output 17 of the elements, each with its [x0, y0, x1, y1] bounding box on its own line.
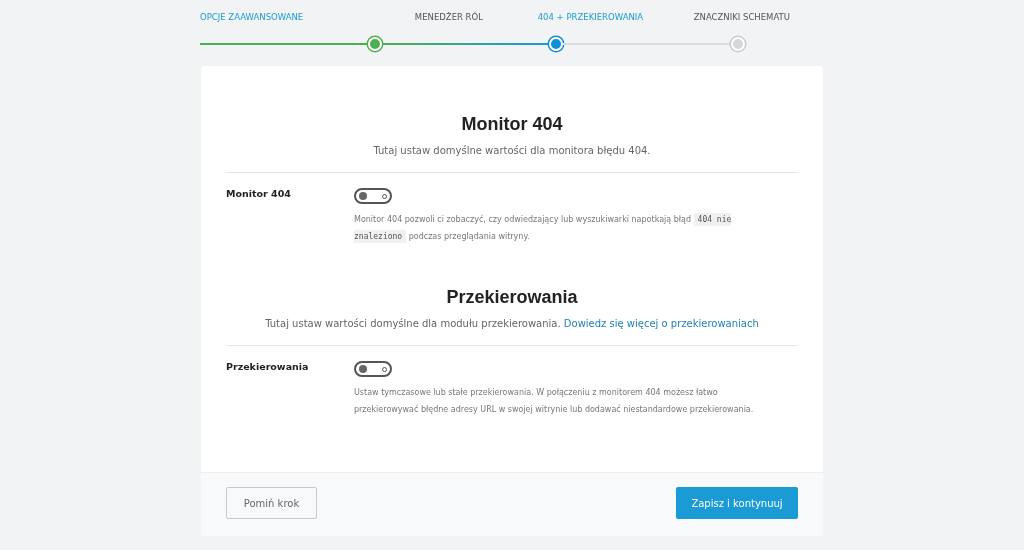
- step-label: MENEDŻER RÓL: [413, 12, 484, 24]
- setting-label: Monitor 404: [226, 188, 292, 201]
- setting-description: Ustaw tymczasowe lub stałe przekierowania. W połączeniu z monitorem 404 możesz łatwo przekierowywać błędne adresy URL w swojej witrynie lub dodawać niestandardowe przekierowania.: [354, 387, 755, 416]
- toggle-switch[interactable]: [354, 361, 392, 377]
- skip-button[interactable]: Pomiń krok: [226, 487, 317, 519]
- section-title: Przekierowania: [446, 287, 578, 308]
- section-title: Monitor 404: [461, 114, 563, 135]
- toggle-switch[interactable]: [354, 188, 392, 204]
- setting-label: Przekierowania: [226, 361, 310, 374]
- section-subtitle: Tutaj ustaw wartości domyślne dla modułu przekierowania. Dowiedz się więcej o przekierowaniach: [226, 318, 798, 346]
- learn-more-link[interactable]: Dowiedz się więcej o przekierowaniach: [563, 318, 759, 329]
- step-label: 404 + PRZEKIEROWANIA: [536, 12, 644, 24]
- save-button[interactable]: Zapisz i kontynuuj: [676, 487, 798, 519]
- step-label: OPCJE ZAAWANSOWANE: [200, 12, 305, 24]
- step-label: ZNACZNIKI SCHEMATU: [692, 12, 790, 24]
- section-subtitle: Tutaj ustaw domyślne wartości dla monitora błędu 404.: [226, 145, 798, 173]
- setting-description: Monitor 404 pozwoli ci zobaczyć, czy odwiedzający lub wyszukiwarki napotkają błąd 404 nie znaleziono podczas przeglądania witryny.: [354, 212, 733, 245]
